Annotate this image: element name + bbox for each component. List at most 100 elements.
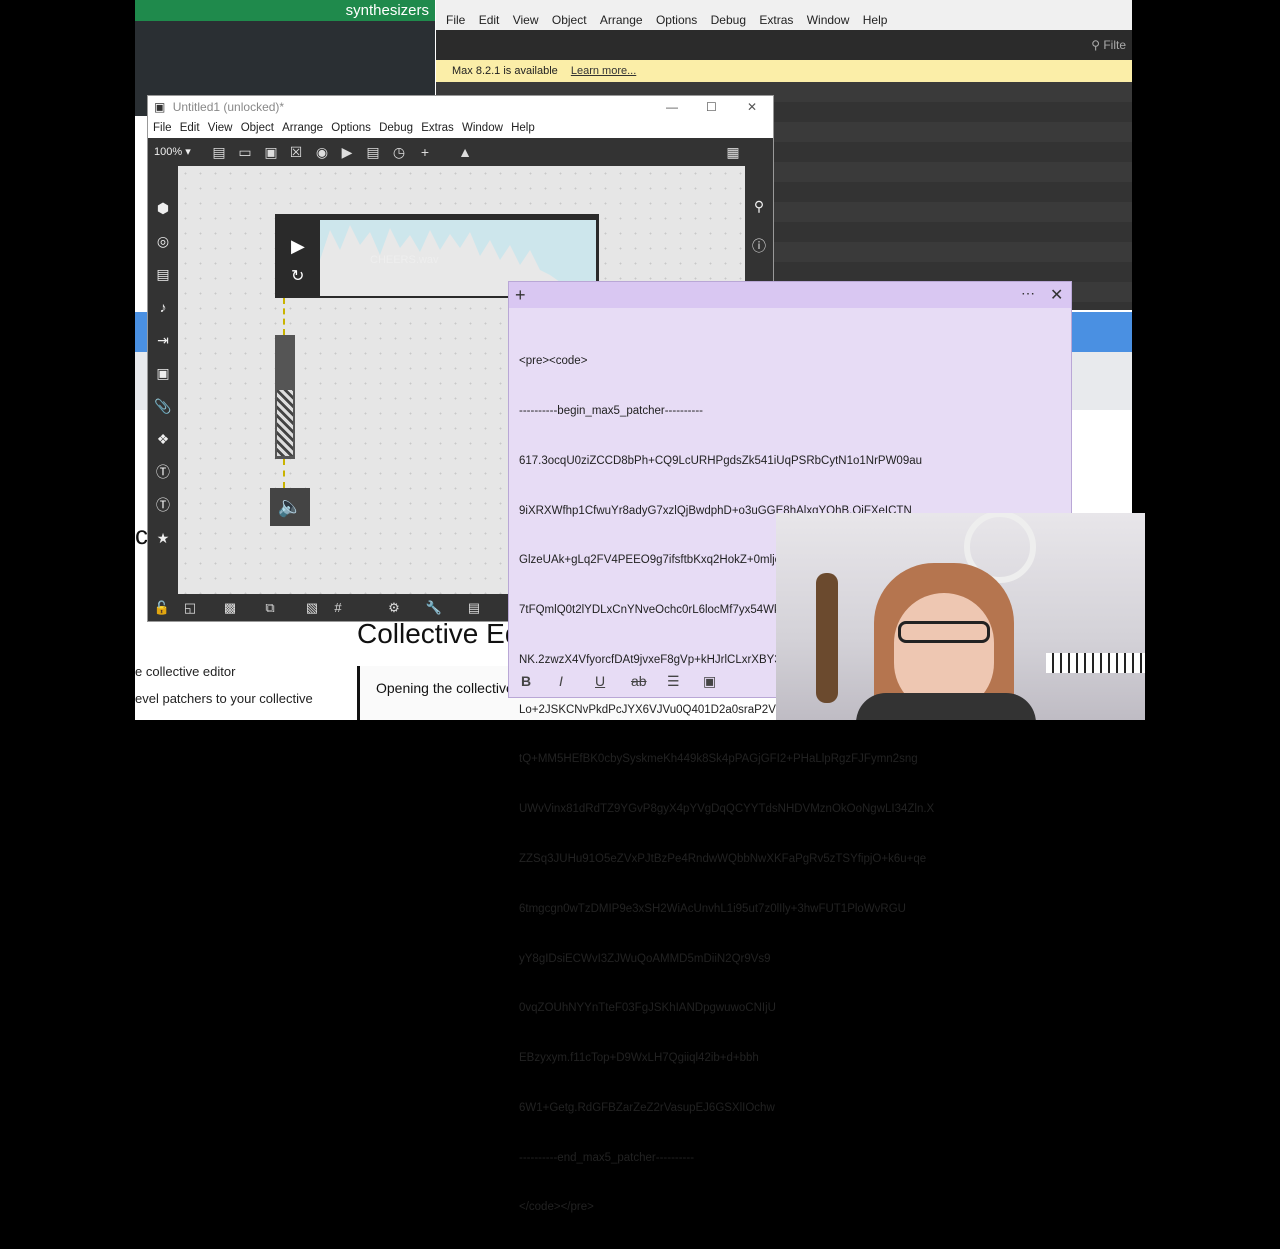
- grid-icon[interactable]: #: [328, 598, 348, 618]
- menu-arrange[interactable]: Arrange: [600, 10, 643, 30]
- glasses: [898, 621, 990, 643]
- piano-icon[interactable]: ▤: [464, 598, 484, 618]
- note-line: 617.3ocqU0ziZCCD8bPh+CQ9LcURHPgdsZk541iU…: [519, 454, 922, 467]
- console-filter-input[interactable]: ⚲ Filte: [1091, 38, 1126, 52]
- keyboard-icon[interactable]: ▤: [153, 264, 173, 284]
- menu-help[interactable]: Help: [511, 118, 535, 138]
- toc-item[interactable]: e collective editor: [135, 664, 235, 679]
- wrench-icon[interactable]: 🔧: [424, 598, 444, 618]
- toggle-icon[interactable]: ◉: [313, 143, 331, 161]
- menu-edit[interactable]: Edit: [479, 10, 500, 30]
- update-text: Max 8.2.1 is available: [452, 65, 558, 77]
- menu-window[interactable]: Window: [462, 118, 503, 138]
- speaker-icon[interactable]: 🔈: [270, 488, 310, 526]
- menu-extras[interactable]: Extras: [759, 10, 793, 30]
- favorites-icon[interactable]: ★: [153, 528, 173, 548]
- presentation-icon[interactable]: ◱: [180, 598, 200, 618]
- toc-item[interactable]: evel patchers to your collective: [135, 691, 313, 706]
- learn-more-link[interactable]: Learn more...: [571, 65, 636, 77]
- menu-options[interactable]: Options: [331, 118, 371, 138]
- underline-button[interactable]: U: [595, 673, 605, 689]
- note-line: ----------end_max5_patcher----------: [519, 1151, 695, 1164]
- guitar: [816, 573, 838, 703]
- patch-cord: [283, 298, 287, 335]
- add-icon[interactable]: +: [416, 143, 434, 161]
- menu-file[interactable]: File: [446, 10, 465, 30]
- add-note-icon[interactable]: +: [515, 285, 526, 306]
- keyboard-instrument: [1046, 653, 1145, 673]
- message-icon[interactable]: ▭: [236, 143, 254, 161]
- target-icon[interactable]: ◎: [153, 231, 173, 251]
- comment-icon[interactable]: ▣: [262, 143, 280, 161]
- dial-icon[interactable]: ◷: [390, 143, 408, 161]
- maximize-icon[interactable]: ☐: [706, 96, 717, 118]
- menu-window[interactable]: Window: [807, 10, 850, 30]
- music-note-icon[interactable]: ♪: [153, 297, 173, 317]
- windows-icon[interactable]: ⧉: [260, 598, 280, 618]
- note-line: tQ+MM5HEfBK0cbySyskmeKh449k8Sk4pPAGjGFI2…: [519, 753, 918, 766]
- more-icon[interactable]: ⋯: [1021, 285, 1035, 302]
- image-icon[interactable]: ▣: [703, 673, 716, 690]
- webcam-overlay: [776, 513, 1145, 720]
- debug-icon[interactable]: ⚙: [384, 598, 404, 618]
- paperclip-icon[interactable]: 📎: [153, 396, 173, 416]
- search-icon[interactable]: ⚲: [749, 196, 769, 216]
- menu-object[interactable]: Object: [552, 10, 587, 30]
- package-icon[interactable]: ⬢: [153, 198, 173, 218]
- paint-bucket-icon[interactable]: ▲: [456, 143, 474, 161]
- note-line: 6W1+Getg.RdGFBZarZeZ2rVasupEJ6GSXlIOchw: [519, 1101, 775, 1114]
- chat-icon[interactable]: ▩: [220, 598, 240, 618]
- slider-icon[interactable]: ▤: [364, 143, 382, 161]
- file-name-label: CHEERS.wav: [370, 254, 439, 266]
- note-line: ----------begin_max5_patcher----------: [519, 404, 703, 417]
- patcher-toolbar: 100% ▾ ▤ ▭ ▣ ☒ ◉ ▶ ▤ ◷ + ▲ ▦: [148, 138, 773, 166]
- menu-extras[interactable]: Extras: [421, 118, 454, 138]
- menu-view[interactable]: View: [513, 10, 539, 30]
- play-icon[interactable]: ▶: [291, 236, 305, 257]
- snippet-icon[interactable]: Ⓣ: [153, 495, 173, 515]
- gain-level: [277, 390, 293, 456]
- minimize-icon[interactable]: —: [666, 96, 678, 118]
- menu-options[interactable]: Options: [656, 10, 697, 30]
- zoom-select[interactable]: 100% ▾: [154, 145, 191, 158]
- console-toolbar: ⚲ Filte: [436, 30, 1132, 60]
- info-icon[interactable]: ⓘ: [749, 236, 769, 256]
- note-header: + ⋯ ✕: [509, 282, 1071, 308]
- note-line: 6tmgcgn0wTzDMIP9e3xSH2WiAcUnvhL1i95ut7z0…: [519, 902, 906, 915]
- menu-debug[interactable]: Debug: [711, 10, 746, 30]
- grid-icon[interactable]: ▦: [724, 143, 742, 161]
- bold-button[interactable]: B: [521, 673, 531, 689]
- menu-object[interactable]: Object: [241, 118, 274, 138]
- gain-slider[interactable]: [275, 335, 295, 459]
- loop-icon[interactable]: ↻: [291, 266, 304, 286]
- patch-cord: [283, 459, 287, 488]
- image-icon[interactable]: ▣: [153, 363, 173, 383]
- strikethrough-button[interactable]: ab: [631, 673, 647, 689]
- plugin-icon[interactable]: ❖: [153, 429, 173, 449]
- italic-button[interactable]: I: [559, 673, 563, 689]
- menu-help[interactable]: Help: [863, 10, 888, 30]
- menu-debug[interactable]: Debug: [379, 118, 413, 138]
- note-line: <pre><code>: [519, 355, 588, 368]
- note-line: ZZSq3JUHu91O5eZVxPJtBzPe4RndwWQbbNwXKFaP…: [519, 853, 927, 865]
- menu-file[interactable]: File: [153, 118, 172, 138]
- menu-arrange[interactable]: Arrange: [282, 118, 323, 138]
- list-icon[interactable]: ☰: [667, 673, 680, 690]
- bang-icon[interactable]: ☒: [287, 143, 305, 161]
- update-banner: Max 8.2.1 is available Learn more...: [436, 60, 1132, 82]
- window-title: Untitled1 (unlocked)*: [172, 100, 285, 114]
- lock-icon[interactable]: 🔓: [152, 598, 172, 618]
- note-line: UWvVinx81dRdTZ9YGvP8gyX4pYVgDqQCYYTdsNHD…: [519, 803, 935, 816]
- note-line: 0vqZOUhNYYnTteF03FgJSKhIANDpgwuwoCNIjU: [519, 1002, 776, 1015]
- close-icon[interactable]: ✕: [1050, 285, 1063, 305]
- mute-icon[interactable]: ▧: [302, 598, 322, 618]
- new-object-icon[interactable]: ▤: [210, 143, 228, 161]
- vst-icon[interactable]: Ⓣ: [153, 462, 173, 482]
- number-icon[interactable]: ▶: [338, 143, 356, 161]
- console-menubar: File Edit View Object Arrange Options De…: [436, 10, 1132, 30]
- close-icon[interactable]: ✕: [747, 96, 757, 118]
- menu-edit[interactable]: Edit: [180, 118, 200, 138]
- menu-view[interactable]: View: [208, 118, 233, 138]
- note-text[interactable]: <pre><code> ----------begin_max5_patcher…: [519, 320, 1059, 1249]
- step-icon[interactable]: ⇥: [153, 330, 173, 350]
